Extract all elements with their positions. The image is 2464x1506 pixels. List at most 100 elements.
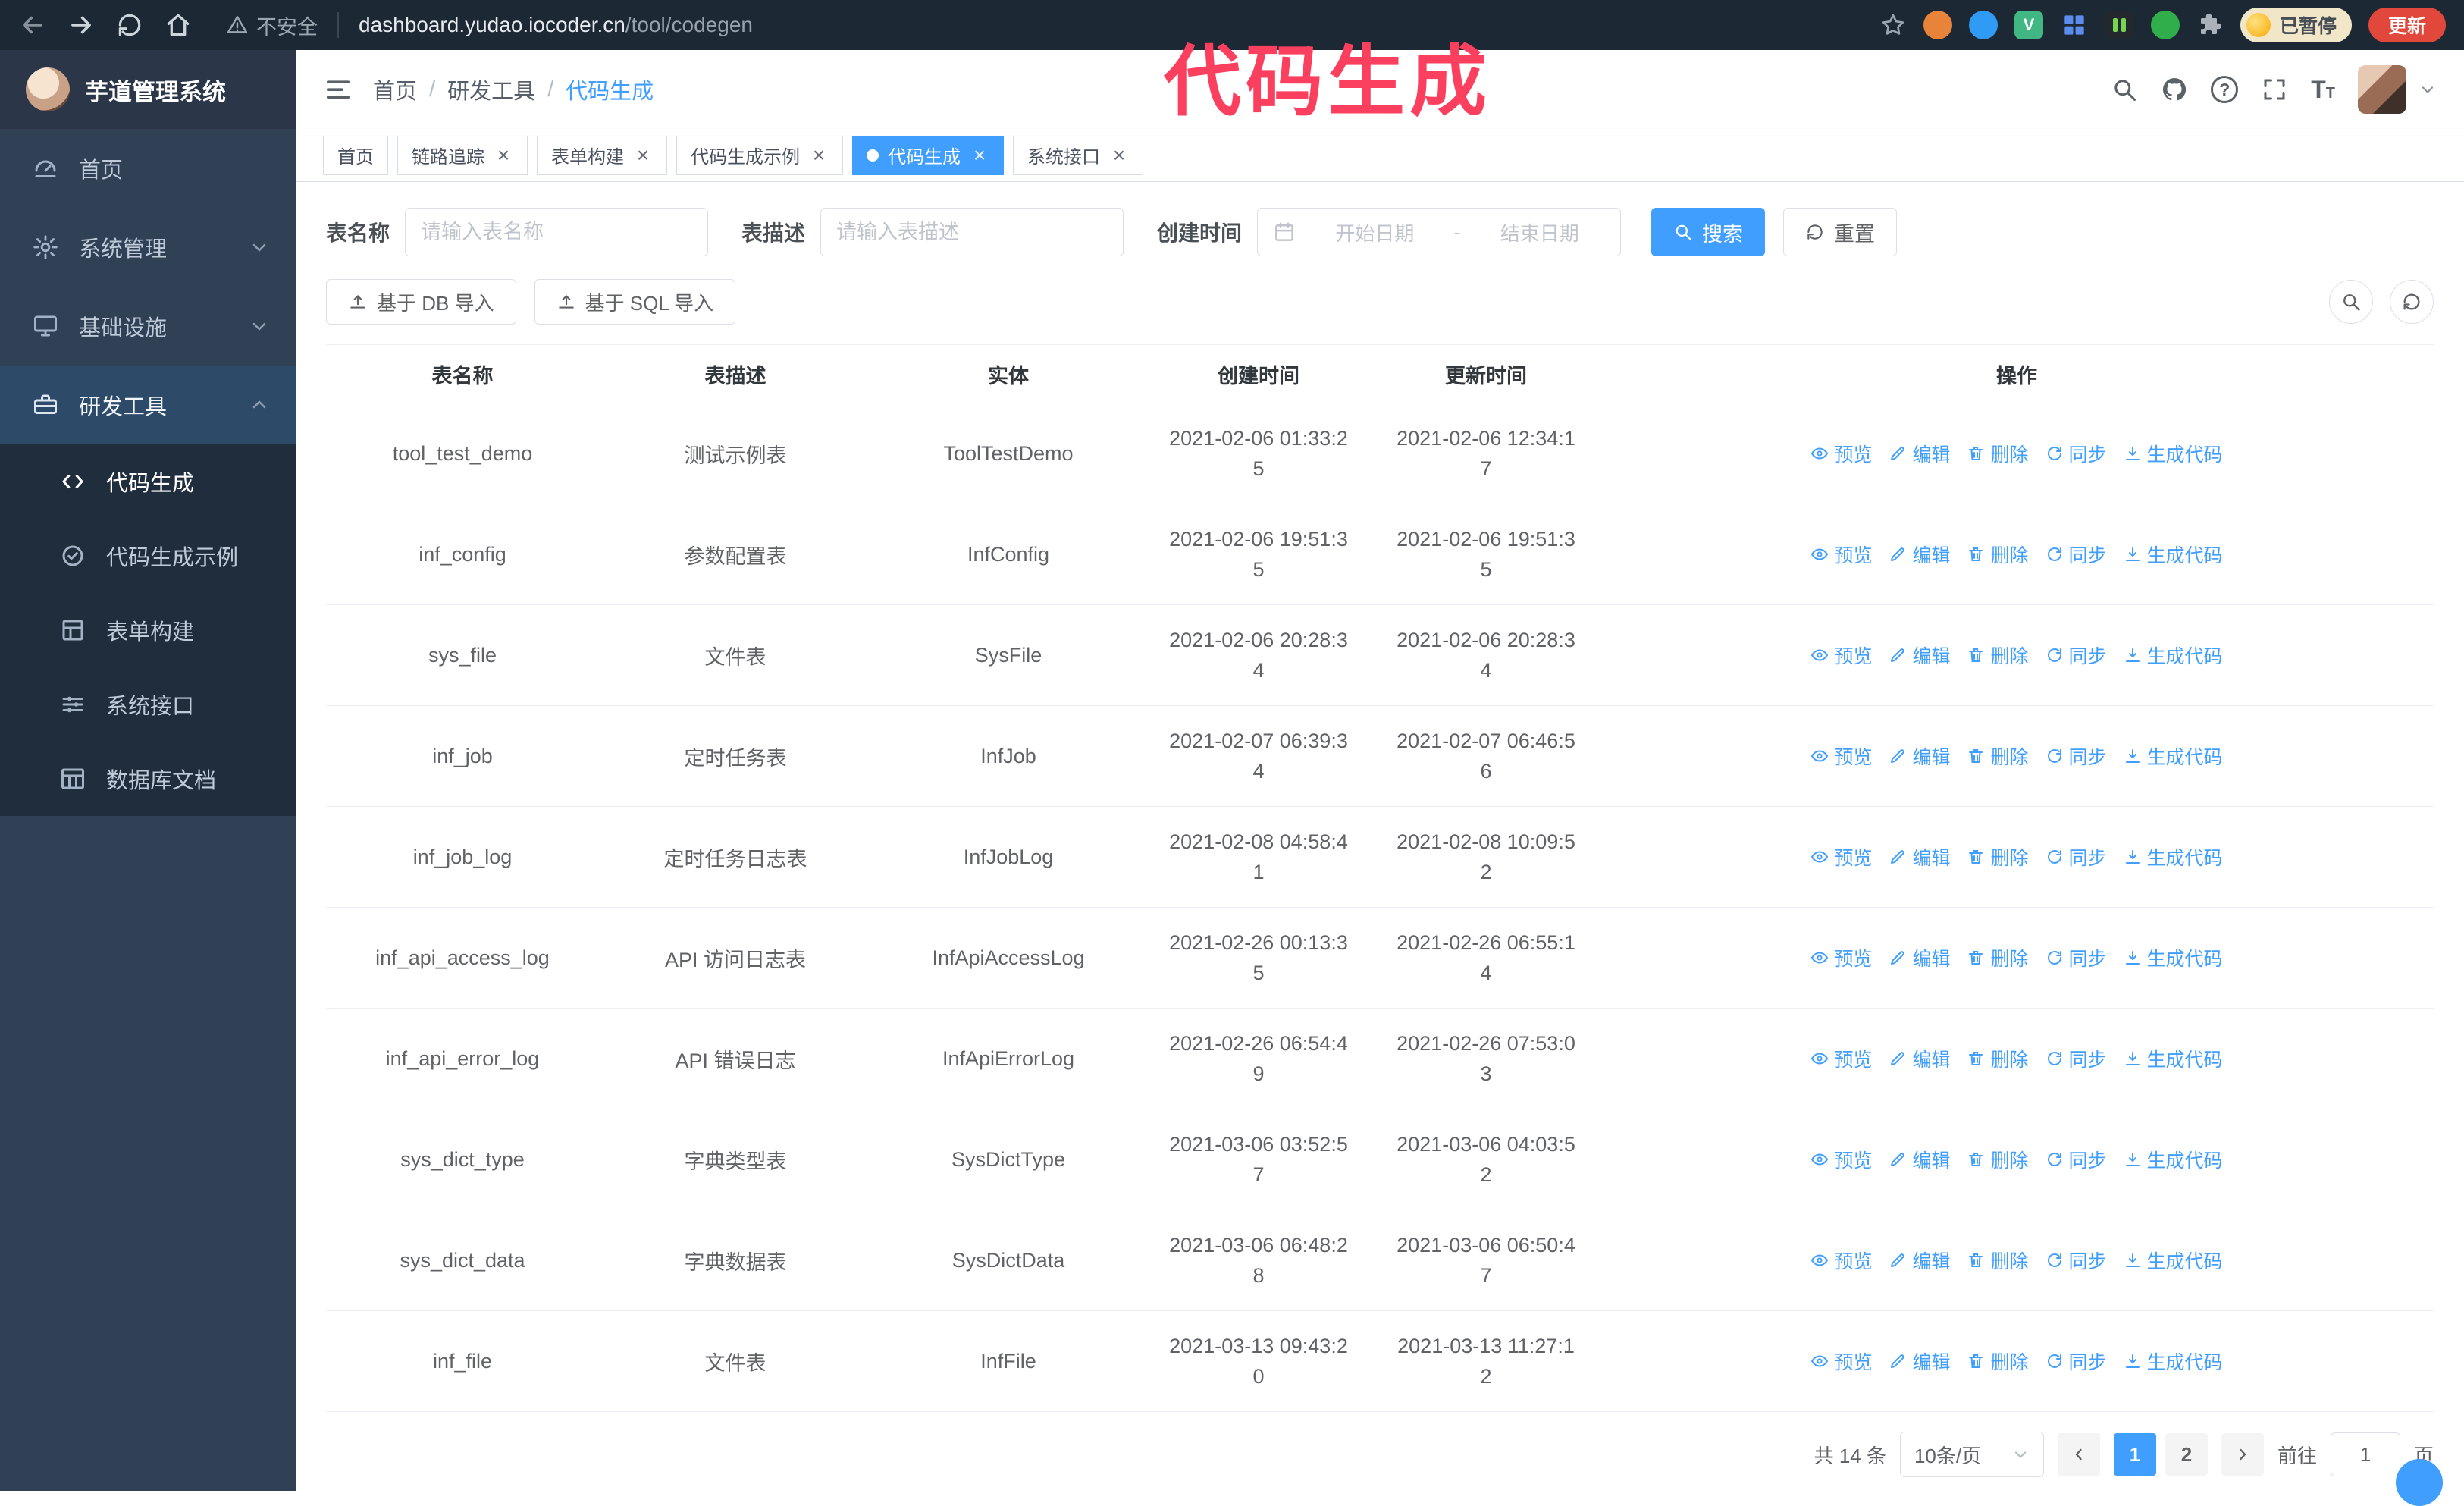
delete-link[interactable]: 删除 xyxy=(1967,541,2029,568)
sidebar-item-form-build[interactable]: 表单构建 xyxy=(0,593,296,667)
generate-code-link[interactable]: 生成代码 xyxy=(2124,944,2223,971)
sync-link[interactable]: 同步 xyxy=(2045,642,2107,669)
extension-icon[interactable] xyxy=(1968,11,1998,39)
bookmark-star-icon[interactable] xyxy=(1879,11,1907,39)
extension-icon[interactable] xyxy=(2105,11,2134,39)
table-desc-input[interactable] xyxy=(820,208,1124,256)
fullscreen-icon[interactable] xyxy=(2261,76,2288,103)
github-icon[interactable] xyxy=(2161,76,2188,103)
delete-link[interactable]: 删除 xyxy=(1967,1045,2029,1072)
edit-link[interactable]: 编辑 xyxy=(1889,944,1950,971)
edit-link[interactable]: 编辑 xyxy=(1889,1146,1950,1173)
preview-link[interactable]: 预览 xyxy=(1810,742,1872,770)
delete-link[interactable]: 删除 xyxy=(1967,440,2029,467)
sidebar-item-system[interactable]: 系统管理 xyxy=(0,208,296,287)
generate-code-link[interactable]: 生成代码 xyxy=(2124,1146,2223,1173)
delete-link[interactable]: 删除 xyxy=(1967,1348,2029,1375)
sidebar-item-codegen[interactable]: 代码生成 xyxy=(0,444,296,519)
goto-page-input[interactable] xyxy=(2330,1432,2400,1476)
preview-link[interactable]: 预览 xyxy=(1810,642,1872,669)
tab-codegen[interactable]: 代码生成 × xyxy=(852,135,1004,175)
float-button[interactable] xyxy=(2396,1459,2443,1506)
sync-link[interactable]: 同步 xyxy=(2045,1348,2107,1375)
extension-icon[interactable] xyxy=(2150,11,2180,39)
import-sql-button[interactable]: 基于 SQL 导入 xyxy=(534,279,736,325)
breadcrumb-item[interactable]: 首页 xyxy=(373,74,417,105)
close-tab-icon[interactable]: × xyxy=(633,144,653,165)
sync-link[interactable]: 同步 xyxy=(2045,1045,2107,1072)
import-db-button[interactable]: 基于 DB 导入 xyxy=(326,279,516,325)
edit-link[interactable]: 编辑 xyxy=(1889,742,1950,770)
edit-link[interactable]: 编辑 xyxy=(1889,642,1950,669)
sidebar-toggle-icon[interactable] xyxy=(323,74,353,105)
edit-link[interactable]: 编辑 xyxy=(1889,1247,1950,1274)
sidebar-item-home[interactable]: 首页 xyxy=(0,129,296,208)
preview-link[interactable]: 预览 xyxy=(1810,440,1872,467)
preview-link[interactable]: 预览 xyxy=(1810,944,1872,971)
tab-home[interactable]: 首页 xyxy=(323,135,388,175)
page-button-1[interactable]: 1 xyxy=(2113,1433,2156,1476)
tab-tracer[interactable]: 链路追踪 × xyxy=(397,135,528,175)
sidebar-item-db-doc[interactable]: 数据库文档 xyxy=(0,742,296,816)
delete-link[interactable]: 删除 xyxy=(1967,742,2029,770)
tab-codegen-example[interactable]: 代码生成示例 × xyxy=(676,135,843,175)
help-icon[interactable]: ? xyxy=(2211,76,2239,103)
preview-link[interactable]: 预览 xyxy=(1810,1146,1872,1173)
browser-forward-icon[interactable] xyxy=(67,11,96,39)
delete-link[interactable]: 删除 xyxy=(1967,642,2029,669)
date-range-picker[interactable]: 开始日期 - 结束日期 xyxy=(1257,208,1622,256)
tab-form-build[interactable]: 表单构建 × xyxy=(537,135,667,175)
delete-link[interactable]: 删除 xyxy=(1967,1146,2029,1173)
sync-link[interactable]: 同步 xyxy=(2045,944,2107,971)
sync-link[interactable]: 同步 xyxy=(2045,742,2107,770)
sidebar-item-api[interactable]: 系统接口 xyxy=(0,667,296,742)
reset-button[interactable]: 重置 xyxy=(1783,208,1898,256)
tab-api[interactable]: 系统接口 × xyxy=(1013,135,1143,175)
preview-link[interactable]: 预览 xyxy=(1810,1247,1872,1274)
generate-code-link[interactable]: 生成代码 xyxy=(2124,1348,2223,1375)
close-tab-icon[interactable]: × xyxy=(809,144,829,165)
prev-page-button[interactable] xyxy=(2057,1433,2100,1476)
search-icon[interactable] xyxy=(2111,76,2138,103)
close-tab-icon[interactable]: × xyxy=(970,144,989,165)
close-tab-icon[interactable]: × xyxy=(1109,144,1129,165)
delete-link[interactable]: 删除 xyxy=(1967,944,2029,971)
preview-link[interactable]: 预览 xyxy=(1810,541,1872,568)
sync-link[interactable]: 同步 xyxy=(2045,440,2107,467)
generate-code-link[interactable]: 生成代码 xyxy=(2124,843,2223,871)
sidebar-item-devtools[interactable]: 研发工具 xyxy=(0,366,296,444)
page-button-2[interactable]: 2 xyxy=(2165,1433,2208,1476)
generate-code-link[interactable]: 生成代码 xyxy=(2124,642,2223,669)
next-page-button[interactable] xyxy=(2221,1433,2264,1476)
edit-link[interactable]: 编辑 xyxy=(1889,843,1950,871)
page-size-select[interactable]: 10条/页 xyxy=(1899,1432,2044,1477)
generate-code-link[interactable]: 生成代码 xyxy=(2124,1045,2223,1072)
generate-code-link[interactable]: 生成代码 xyxy=(2124,742,2223,770)
sync-link[interactable]: 同步 xyxy=(2045,1247,2107,1274)
edit-link[interactable]: 编辑 xyxy=(1889,1045,1950,1072)
sidebar-item-codegen-example[interactable]: 代码生成示例 xyxy=(0,519,296,593)
edit-link[interactable]: 编辑 xyxy=(1889,1348,1950,1375)
delete-link[interactable]: 删除 xyxy=(1967,1247,2029,1274)
close-tab-icon[interactable]: × xyxy=(494,144,513,165)
vue-devtools-icon[interactable]: V xyxy=(2014,11,2043,39)
table-name-input[interactable] xyxy=(405,208,709,256)
extension-grid-icon[interactable] xyxy=(2060,11,2089,39)
address-bar[interactable]: dashboard.yudao.iocoder.cn/tool/codegen xyxy=(359,13,753,37)
security-indicator[interactable]: 不安全 xyxy=(226,11,318,40)
search-button[interactable]: 搜索 xyxy=(1651,208,1766,256)
font-size-icon[interactable]: TT xyxy=(2311,76,2335,104)
extensions-puzzle-icon[interactable] xyxy=(2196,11,2224,39)
edit-link[interactable]: 编辑 xyxy=(1889,541,1950,568)
sync-link[interactable]: 同步 xyxy=(2045,541,2107,568)
toggle-search-button[interactable] xyxy=(2329,280,2373,324)
browser-home-icon[interactable] xyxy=(164,11,193,39)
delete-link[interactable]: 删除 xyxy=(1967,843,2029,871)
preview-link[interactable]: 预览 xyxy=(1810,843,1872,871)
browser-reload-icon[interactable] xyxy=(115,11,144,39)
user-avatar[interactable] xyxy=(2358,65,2406,114)
browser-update-button[interactable]: 更新 xyxy=(2368,8,2446,42)
extension-icon[interactable] xyxy=(1923,11,1952,39)
sync-link[interactable]: 同步 xyxy=(2045,843,2107,871)
sidebar-item-infra[interactable]: 基础设施 xyxy=(0,287,296,366)
